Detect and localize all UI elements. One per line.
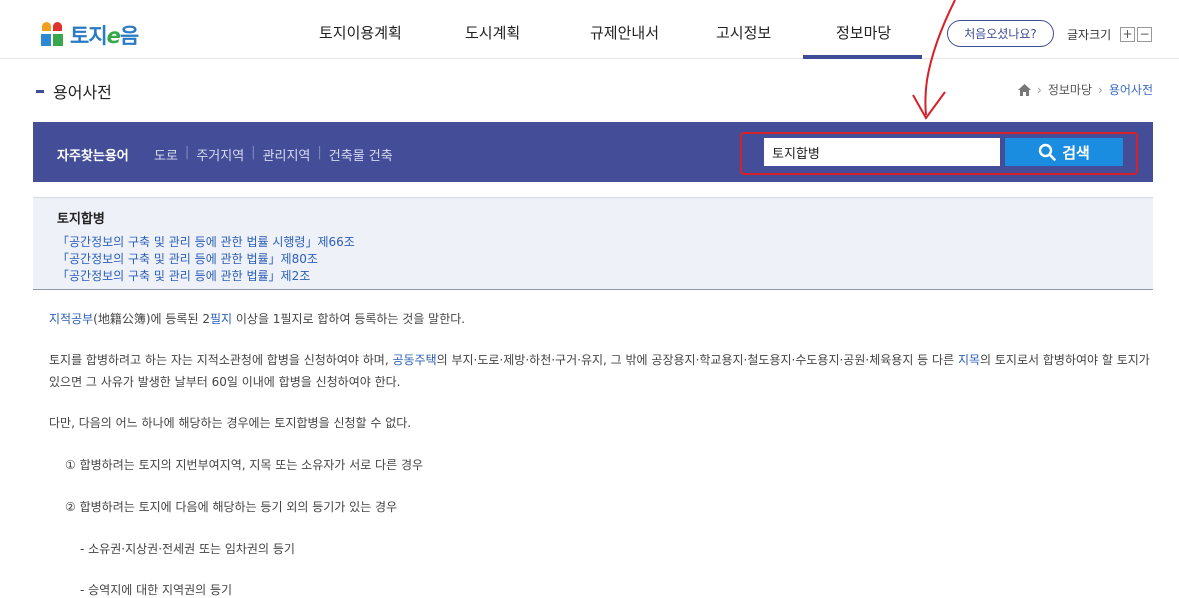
definition-paragraph: 토지를 합병하려고 하는 자는 지적소관청에 합병을 신청하여야 하며, 공동주… (49, 353, 1150, 367)
law-reference-link[interactable]: 「공간정보의 구축 및 관리 등에 관한 법률 시행령」제66조 (57, 233, 355, 250)
definition-list-item: ① 합병하려는 토지의 지번부여지역, 지목 또는 소유자가 서로 다른 경우 (65, 458, 424, 472)
definition-paragraph: 있으면 그 사유가 발생한 날부터 60일 이내에 합병을 신청하여야 한다. (49, 375, 401, 389)
frequent-term[interactable]: 건축물 건축 (329, 145, 393, 164)
term-link[interactable]: 지적공부 (49, 312, 93, 326)
frequent-term[interactable]: 도로 (154, 145, 178, 164)
law-reference-link[interactable]: 「공간정보의 구축 및 관리 등에 관한 법률」제80조 (57, 250, 318, 267)
definition-paragraph: 지적공부(地籍公簿)에 등록된 2필지 이상을 1필지로 합하여 등록하는 것을… (49, 312, 466, 326)
annotation-arrow-icon (912, 0, 956, 120)
term-summary-box: 토지합병 「공간정보의 구축 및 관리 등에 관한 법률 시행령」제66조 「공… (33, 197, 1153, 290)
annotation-highlight-box (740, 132, 1138, 175)
term-title: 토지합병 (57, 212, 105, 227)
definition-list-item: ② 합병하려는 토지에 다음에 해당하는 등기 외의 등기가 있는 경우 (65, 500, 398, 514)
law-reference-link[interactable]: 「공간정보의 구축 및 관리 등에 관한 법률」제2조 (57, 267, 310, 284)
term-link[interactable]: 지목 (958, 353, 980, 367)
definition-paragraph: 다만, 다음의 어느 하나에 해당하는 경우에는 토지합병을 신청할 수 없다. (49, 416, 412, 430)
term-link[interactable]: 필지 (210, 312, 232, 326)
frequent-terms-label: 자주찾는용어 (57, 149, 129, 164)
frequent-term[interactable]: 관리지역 (263, 145, 311, 164)
definition-sub-item: - 승역지에 대한 지역권의 등기 (80, 583, 233, 597)
term-link[interactable]: 공동주택 (392, 353, 436, 367)
frequent-term[interactable]: 주거지역 (196, 145, 244, 164)
frequent-terms-list: 도로 | 주거지역 | 관리지역 | 건축물 건축 (154, 145, 393, 164)
definition-sub-item: - 소유권·지상권·전세권 또는 임차권의 등기 (80, 542, 295, 556)
